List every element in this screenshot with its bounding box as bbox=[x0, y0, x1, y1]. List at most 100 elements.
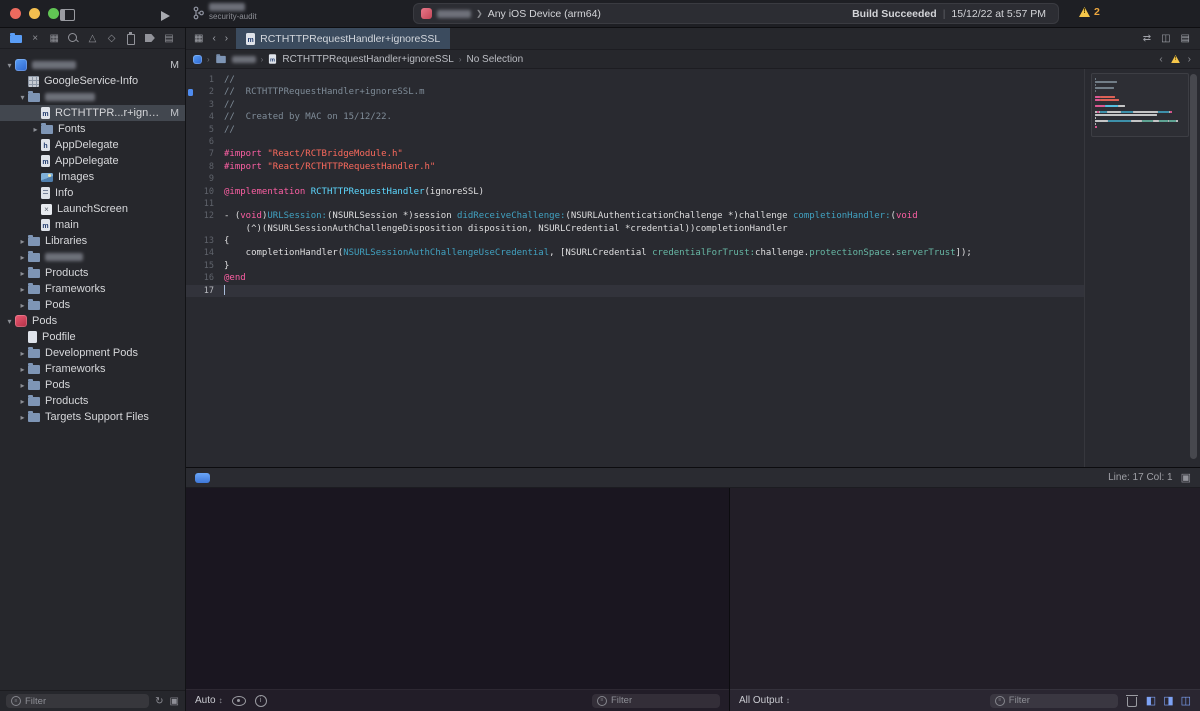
disclosure-chevron-icon[interactable]: ▸ bbox=[17, 365, 28, 374]
disclosure-chevron-icon[interactable]: ▸ bbox=[17, 381, 28, 390]
tree-item[interactable]: ▾ Pods bbox=[0, 313, 185, 329]
next-issue-button[interactable]: › bbox=[1188, 54, 1191, 65]
info-icon[interactable] bbox=[254, 694, 267, 707]
tree-item[interactable]: ▸ Targets Support Files bbox=[0, 409, 185, 425]
code-line[interactable]: 8 #import "React/RCTHTTPRequestHandler.h" bbox=[186, 161, 1084, 173]
project-icon[interactable] bbox=[193, 54, 202, 64]
line-marker[interactable] bbox=[188, 88, 193, 96]
activity-view[interactable]: ❯ Any iOS Device (arm64) Build Succeeded… bbox=[413, 3, 1059, 24]
disclosure-chevron-icon[interactable]: ▸ bbox=[17, 253, 28, 262]
tree-item[interactable]: AppDelegate bbox=[0, 153, 185, 169]
editor-options-icon[interactable]: ▤ bbox=[1181, 33, 1190, 44]
warning-icon[interactable] bbox=[1170, 55, 1180, 63]
scheme-area[interactable]: security-audit bbox=[193, 3, 257, 21]
code-line[interactable]: 5 // bbox=[186, 124, 1084, 136]
code-line[interactable]: 1 // bbox=[186, 74, 1084, 86]
console-filter-input[interactable]: Filter bbox=[989, 693, 1118, 708]
disclosure-chevron-icon[interactable]: ▸ bbox=[17, 413, 28, 422]
previous-issue-button[interactable]: ‹ bbox=[1159, 54, 1162, 65]
code-line[interactable]: 6 bbox=[186, 136, 1084, 148]
minimap[interactable] bbox=[1091, 73, 1189, 137]
code-line[interactable]: 9 bbox=[186, 173, 1084, 185]
toggle-console-view-icon[interactable]: ◨ bbox=[1163, 694, 1173, 707]
go-back-icon[interactable]: ‹ bbox=[212, 33, 215, 44]
variables-filter-input[interactable]: Filter bbox=[592, 693, 720, 708]
tree-item[interactable]: GoogleService-Info bbox=[0, 73, 185, 89]
find-navigator-icon[interactable] bbox=[66, 31, 80, 45]
add-editor-icon[interactable]: ◫ bbox=[1161, 33, 1170, 44]
tree-item[interactable]: main bbox=[0, 217, 185, 233]
disclosure-chevron-icon[interactable]: ▸ bbox=[17, 397, 28, 406]
eye-icon[interactable] bbox=[231, 695, 246, 706]
tree-item[interactable]: ▸ Libraries bbox=[0, 233, 185, 249]
scm-status-filter-icon[interactable]: ▣ bbox=[170, 696, 179, 707]
tree-item[interactable]: ▸ bbox=[0, 249, 185, 265]
code-line[interactable]: 13 { bbox=[186, 235, 1084, 247]
code-line[interactable]: 14 completionHandler(NSURLSessionAuthCha… bbox=[186, 247, 1084, 259]
tree-item[interactable]: RCTHTTPR...r+ignoreSSL M bbox=[0, 105, 185, 121]
disclosure-chevron-icon[interactable]: ▾ bbox=[17, 93, 28, 102]
go-forward-icon[interactable]: › bbox=[225, 33, 228, 44]
scrollbar[interactable] bbox=[1190, 74, 1197, 459]
source-control-navigator-icon[interactable]: × bbox=[28, 31, 42, 45]
disclosure-chevron-icon[interactable]: ▸ bbox=[17, 301, 28, 310]
disclosure-chevron-icon[interactable]: ▾ bbox=[4, 61, 15, 70]
code-review-icon[interactable]: ⇄ bbox=[1143, 33, 1151, 44]
breadcrumb-selection[interactable]: No Selection bbox=[466, 54, 523, 65]
tree-item[interactable]: ▸ Products bbox=[0, 393, 185, 409]
minimize-window-button[interactable] bbox=[29, 8, 40, 19]
code-line[interactable]: 17 bbox=[186, 284, 1084, 298]
code-line[interactable]: 15} bbox=[186, 260, 1084, 272]
tree-item[interactable]: Images bbox=[0, 169, 185, 185]
tree-item[interactable]: AppDelegate bbox=[0, 137, 185, 153]
code-line[interactable]: 10 @implementation RCTHTTPRequestHandler(… bbox=[186, 186, 1084, 198]
tree-item[interactable]: ▸ Frameworks bbox=[0, 361, 185, 377]
run-button[interactable] bbox=[161, 8, 170, 26]
tree-item[interactable]: ▾ M bbox=[0, 57, 185, 73]
disclosure-chevron-icon[interactable]: ▸ bbox=[17, 237, 28, 246]
zoom-window-button[interactable] bbox=[48, 8, 59, 19]
code-line[interactable]: 3 // bbox=[186, 99, 1084, 111]
recent-files-icon[interactable]: ↻ bbox=[155, 696, 163, 707]
code-line[interactable]: 16 @end bbox=[186, 272, 1084, 284]
code-line[interactable]: 4 // Created by MAC on 15/12/22. bbox=[186, 111, 1084, 123]
tree-item[interactable]: ▸ Development Pods bbox=[0, 345, 185, 361]
debug-navigator-icon[interactable] bbox=[124, 31, 138, 45]
group-folder-icon[interactable] bbox=[215, 53, 226, 63]
editor-tab[interactable]: RCTHTTPRequestHandler+ignoreSSL bbox=[236, 28, 451, 49]
tree-item[interactable]: Info bbox=[0, 185, 185, 201]
tree-item[interactable]: ▸ Pods bbox=[0, 297, 185, 313]
tree-item[interactable]: ▸ Fonts bbox=[0, 121, 185, 137]
source-editor[interactable]: 1//2// RCTHTTPRequestHandler+ignoreSSL.m… bbox=[186, 69, 1200, 467]
variables-view[interactable]: Auto Filter bbox=[186, 488, 730, 711]
scope-popup[interactable]: Auto bbox=[195, 695, 223, 706]
navigator-filter-input[interactable]: Filter bbox=[6, 694, 150, 708]
tree-item[interactable]: Podfile bbox=[0, 329, 185, 345]
editor-display-icon[interactable]: ▣ bbox=[1181, 471, 1191, 484]
tree-item[interactable]: ▸ Frameworks bbox=[0, 281, 185, 297]
clear-console-icon[interactable] bbox=[1125, 694, 1138, 707]
related-items-icon[interactable]: ▦ bbox=[194, 33, 203, 44]
close-window-button[interactable] bbox=[10, 8, 21, 19]
tree-item[interactable]: LaunchScreen bbox=[0, 201, 185, 217]
breadcrumb-file[interactable]: RCTHTTPRequestHandler+ignoreSSL bbox=[282, 54, 453, 65]
code-line[interactable]: 7 #import "React/RCTBridgeModule.h" bbox=[186, 148, 1084, 160]
report-navigator-icon[interactable]: ▤ bbox=[162, 31, 176, 45]
issue-navigator-icon[interactable]: △ bbox=[86, 31, 100, 45]
breakpoint-navigator-icon[interactable] bbox=[143, 31, 157, 45]
toggle-navigator-button[interactable] bbox=[60, 8, 75, 26]
debug-view-icon[interactable] bbox=[195, 472, 210, 483]
tree-item[interactable]: ▸ Pods bbox=[0, 377, 185, 393]
test-navigator-icon[interactable]: ◇ bbox=[105, 31, 119, 45]
tree-item[interactable]: ▸ Products bbox=[0, 265, 185, 281]
disclosure-chevron-icon[interactable]: ▸ bbox=[30, 125, 41, 134]
disclosure-chevron-icon[interactable]: ▸ bbox=[17, 349, 28, 358]
issues-badge[interactable]: 2 bbox=[1079, 6, 1100, 18]
run-destination[interactable]: Any iOS Device (arm64) bbox=[488, 8, 601, 20]
tree-item[interactable]: ▾ bbox=[0, 89, 185, 105]
debug-layout-icon[interactable]: ◫ bbox=[1181, 694, 1191, 707]
code-line[interactable]: 12 - (void)URLSession:(NSURLSession *)ses… bbox=[186, 210, 1084, 222]
console-view[interactable]: All Output Filter ◧ ◨ ◫ bbox=[730, 488, 1200, 711]
symbol-navigator-icon[interactable]: ▦ bbox=[47, 31, 61, 45]
toggle-variables-view-icon[interactable]: ◧ bbox=[1146, 694, 1156, 707]
